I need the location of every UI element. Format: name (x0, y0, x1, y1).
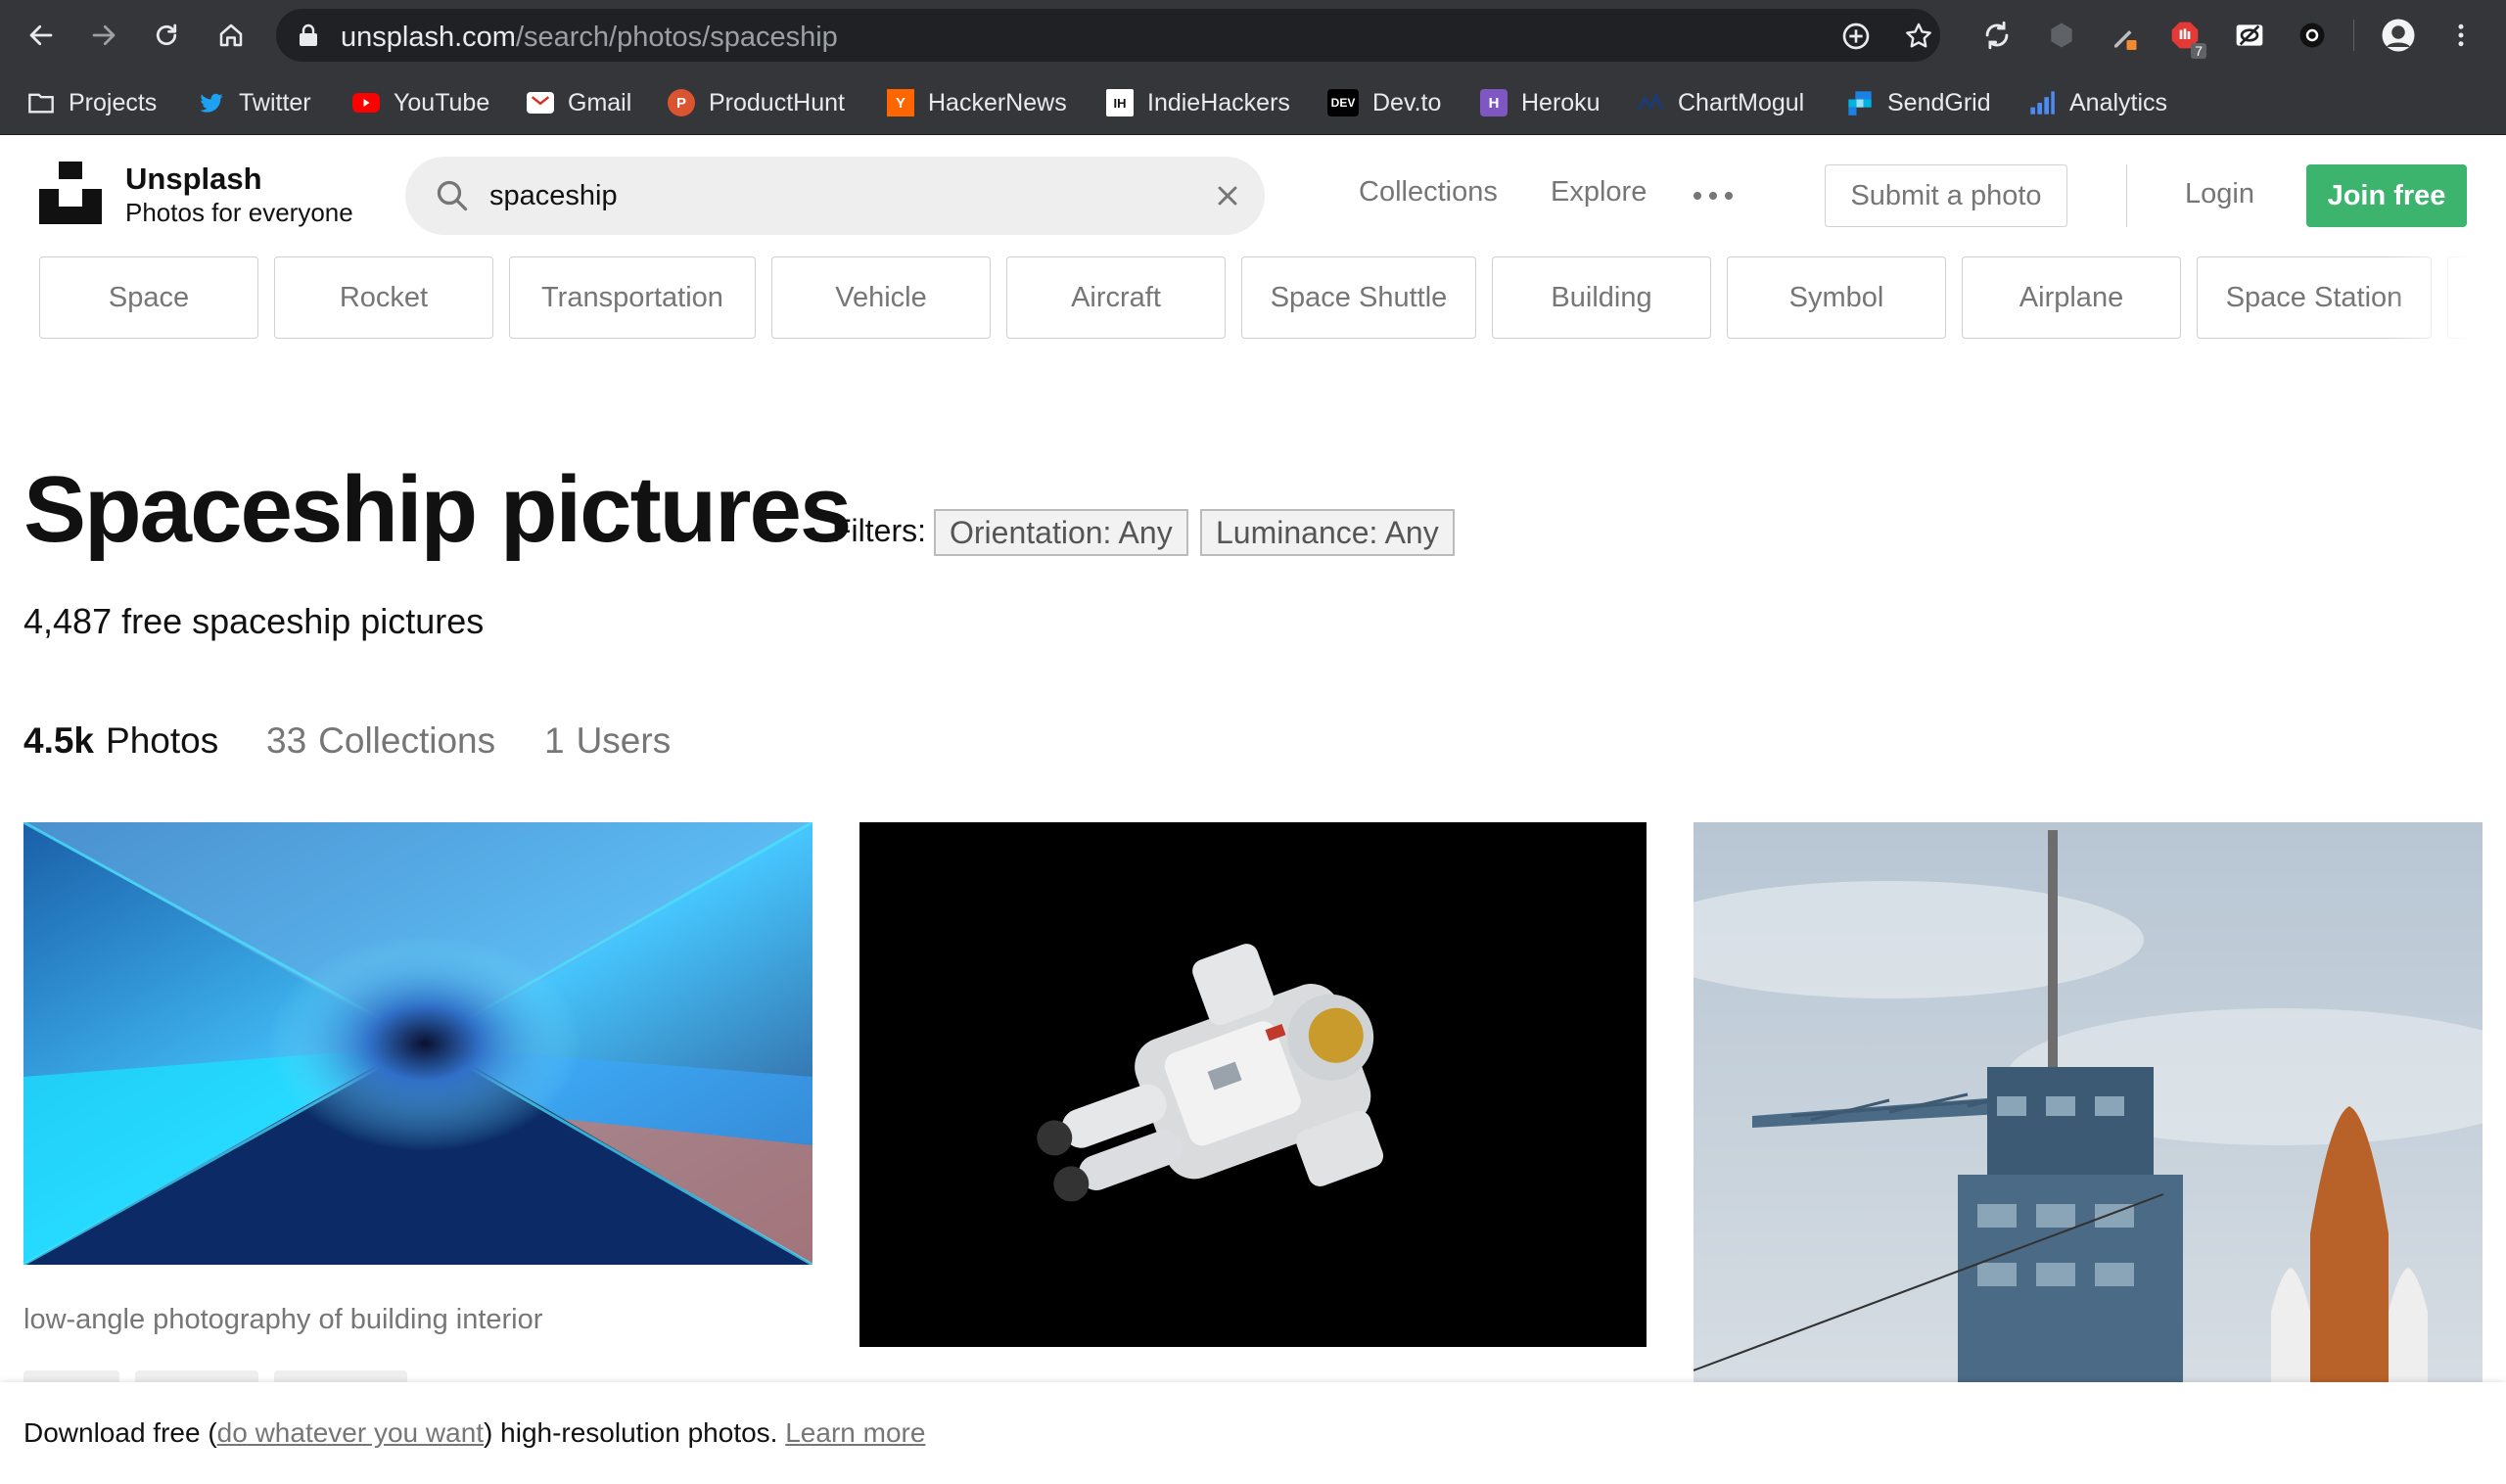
hexagon-extension-icon[interactable] (2044, 18, 2079, 53)
nav-collections[interactable]: Collections (1359, 176, 1498, 209)
search-input[interactable] (489, 174, 1155, 217)
related-chip[interactable]: Space (39, 256, 258, 339)
lock-icon (300, 23, 317, 46)
related-chip[interactable]: Transportation (509, 256, 756, 339)
browser-toolbar: unsplash.com/search/photos/spaceship 7 (0, 0, 2506, 70)
related-chip[interactable]: Aircraft (1006, 256, 1226, 339)
related-searches: Space Rocket Transportation Vehicle Airc… (39, 256, 2506, 339)
result-count: 4,487 free spaceship pictures (23, 601, 485, 641)
tab-collections[interactable]: 33 Collections (266, 720, 495, 762)
clear-search-icon[interactable] (1212, 180, 1243, 211)
toolbar-divider (2353, 20, 2354, 51)
sync-extension-icon[interactable] (1979, 18, 2015, 53)
address-bar[interactable]: unsplash.com/search/photos/spaceship (276, 9, 1940, 62)
search-icon[interactable] (435, 178, 470, 213)
learn-more-link[interactable]: Learn more (785, 1417, 925, 1448)
header-divider (2126, 164, 2127, 227)
filters-label: Filters: (832, 513, 926, 548)
pen-extension-icon[interactable] (2107, 18, 2142, 53)
bookmark-producthunt[interactable]: P ProductHunt (668, 84, 845, 121)
join-free-button[interactable]: Join free (2306, 164, 2467, 227)
related-chip[interactable]: Airplane (1962, 256, 2181, 339)
bookmark-hackernews[interactable]: Y HackerNews (887, 84, 1067, 121)
bookmark-indiehackers[interactable]: IH IndieHackers (1106, 84, 1290, 121)
submit-photo-button[interactable]: Submit a photo (1825, 164, 2067, 227)
license-link[interactable]: do whatever you want (217, 1417, 484, 1448)
home-icon (219, 23, 243, 47)
url-text: unsplash.com/search/photos/spaceship (341, 22, 838, 53)
tag-placeholder (23, 1370, 119, 1382)
bookmark-analytics[interactable]: Analytics (2028, 84, 2167, 121)
adblock-extension-icon[interactable]: 7 (2167, 18, 2206, 59)
extension-badge: 7 (2191, 43, 2206, 59)
reload-button[interactable] (147, 16, 186, 55)
chips-fade-overlay (2389, 256, 2506, 339)
home-button[interactable] (211, 16, 251, 55)
bookmark-projects[interactable]: Projects (27, 84, 157, 121)
related-chip[interactable]: Symbol (1727, 256, 1946, 339)
tag-placeholder (274, 1370, 407, 1382)
back-button[interactable] (22, 16, 61, 55)
nav-explore[interactable]: Explore (1551, 176, 1647, 209)
bookmark-heroku[interactable]: H Heroku (1480, 84, 1601, 121)
producthunt-icon: P (668, 89, 695, 116)
tab-users[interactable]: 1 Users (544, 720, 671, 762)
tag-placeholder (135, 1370, 258, 1382)
twitter-icon (198, 89, 225, 116)
sendgrid-icon (1846, 89, 1874, 116)
related-chip[interactable]: Vehicle (771, 256, 991, 339)
star-icon[interactable] (1903, 21, 1934, 52)
page-title: Spaceship pictures (23, 457, 852, 562)
analytics-icon (2028, 89, 2056, 116)
eye-off-extension-icon[interactable] (2232, 18, 2267, 53)
devto-icon: DEV (1327, 89, 1359, 116)
more-menu-icon[interactable] (1694, 180, 1733, 211)
related-chip[interactable]: Building (1492, 256, 1711, 339)
photo-tunnel[interactable] (23, 822, 812, 1265)
folder-icon (27, 89, 55, 116)
photo-caption: low-angle photography of building interi… (23, 1304, 543, 1335)
arrow-left-icon (29, 24, 53, 46)
kebab-menu-icon[interactable] (2443, 18, 2479, 53)
login-link[interactable]: Login (2185, 178, 2254, 210)
bookmark-gmail[interactable]: Gmail (527, 84, 631, 121)
photo-astronaut[interactable] (859, 822, 1647, 1347)
bookmark-youtube[interactable]: YouTube (352, 84, 489, 121)
bookmarks-bar: Projects Twitter YouTube Gmail P Product… (0, 70, 2506, 135)
bookmark-twitter[interactable]: Twitter (198, 84, 311, 121)
photo-launch-pad[interactable] (1694, 822, 2483, 1382)
arrow-right-icon (92, 24, 116, 46)
tab-photos[interactable]: 4.5k Photos (23, 720, 218, 762)
bookmark-devto[interactable]: DEV Dev.to (1327, 84, 1441, 121)
circle-extension-icon[interactable] (2295, 18, 2330, 53)
download-banner: Download free (do whatever you want) hig… (0, 1382, 2506, 1484)
related-chip[interactable]: Rocket (274, 256, 493, 339)
forward-button[interactable] (84, 16, 123, 55)
bookmark-chartmogul[interactable]: ChartMogul (1637, 84, 1804, 121)
related-chip[interactable]: Space Shuttle (1241, 256, 1476, 339)
reload-icon (156, 23, 177, 46)
unsplash-logo-icon[interactable] (39, 162, 102, 224)
indiehackers-icon: IH (1106, 89, 1134, 116)
profile-avatar[interactable] (2381, 18, 2416, 53)
hackernews-icon: Y (887, 89, 914, 116)
orientation-filter[interactable]: Orientation: Any (934, 509, 1188, 556)
heroku-icon: H (1480, 89, 1508, 116)
bookmark-sendgrid[interactable]: SendGrid (1846, 84, 1991, 121)
brand-name[interactable]: Unsplash (125, 162, 262, 197)
brand-tagline: Photos for everyone (125, 198, 353, 227)
search-bar (405, 157, 1265, 235)
youtube-icon (352, 93, 380, 113)
chartmogul-icon (1637, 89, 1664, 116)
banner-text: Download free (do whatever you want) hig… (23, 1417, 926, 1448)
add-icon[interactable] (1840, 21, 1872, 52)
luminance-filter[interactable]: Luminance: Any (1200, 509, 1455, 556)
gmail-icon (527, 92, 554, 114)
